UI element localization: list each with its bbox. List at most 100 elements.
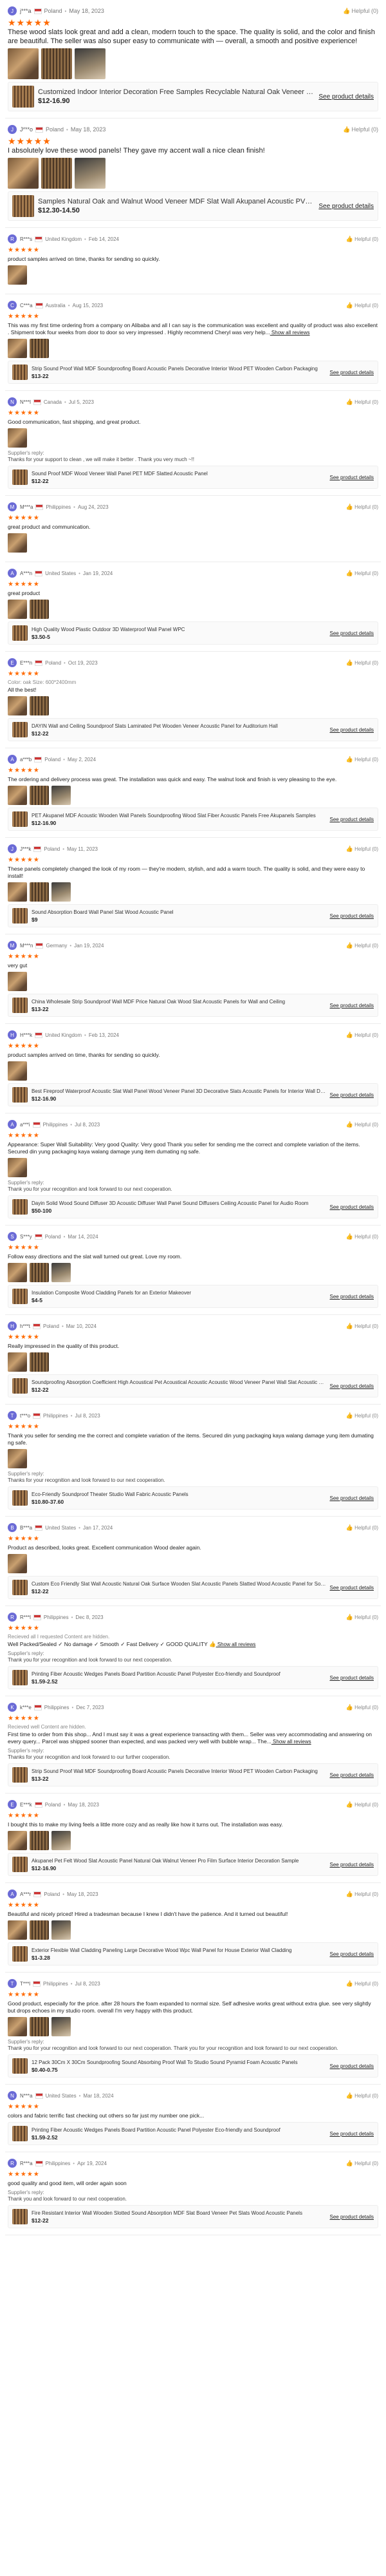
product-card[interactable]: PET Akupanel MDF Acoustic Wooden Wall Pa… <box>8 808 378 831</box>
see-product-details-link[interactable]: See product details <box>330 1204 374 1210</box>
review-photo[interactable] <box>8 1831 27 1850</box>
review-photo[interactable] <box>51 1831 71 1850</box>
see-product-details-link[interactable]: See product details <box>330 370 374 375</box>
product-thumbnail[interactable] <box>12 625 28 641</box>
see-product-details-link[interactable]: See product details <box>330 1585 374 1591</box>
show-all-reviews-link[interactable]: Show all reviews <box>270 330 310 336</box>
product-thumbnail[interactable] <box>12 1767 28 1783</box>
see-product-details-link[interactable]: See product details <box>318 203 374 210</box>
review-photo[interactable] <box>8 600 27 619</box>
product-title[interactable]: Strip Sound Proof Wall MDF Soundproofing… <box>32 1768 326 1774</box>
product-thumbnail[interactable] <box>12 1199 28 1215</box>
review-photo[interactable] <box>8 972 27 991</box>
product-title[interactable]: Sound Proof MDF Wood Veneer Wall Panel P… <box>32 471 326 477</box>
product-card[interactable]: China Wholesale Strip Soundproof Wall MD… <box>8 994 378 1017</box>
see-product-details-link[interactable]: See product details <box>330 1294 374 1300</box>
review-photo[interactable] <box>8 339 27 358</box>
product-title[interactable]: China Wholesale Strip Soundproof Wall MD… <box>32 999 326 1005</box>
review-photo[interactable] <box>30 339 49 358</box>
helpful-button[interactable]: 👍 Helpful (0) <box>346 2092 378 2099</box>
see-product-details-link[interactable]: See product details <box>330 1092 374 1098</box>
review-photo[interactable] <box>41 48 72 79</box>
helpful-button[interactable]: 👍 Helpful (0) <box>346 504 378 511</box>
product-thumbnail[interactable] <box>12 811 28 827</box>
product-title[interactable]: Akupanel Pet Felt Wood Slat Acoustic Pan… <box>32 1858 326 1864</box>
product-thumbnail[interactable] <box>12 908 28 923</box>
helpful-button[interactable]: 👍 Helpful (0) <box>346 1233 378 1240</box>
show-all-reviews-link[interactable]: Show all reviews <box>216 1642 256 1647</box>
review-photo[interactable] <box>30 1352 49 1372</box>
see-product-details-link[interactable]: See product details <box>330 1383 374 1389</box>
product-card[interactable]: Soundproofing Absorption Coefficient Hig… <box>8 1374 378 1397</box>
review-photo[interactable] <box>8 2017 27 2036</box>
review-photo[interactable] <box>8 533 27 553</box>
review-photo[interactable] <box>8 1554 27 1573</box>
product-title[interactable]: Soundproofing Absorption Coefficient Hig… <box>32 1379 326 1385</box>
review-photo[interactable] <box>30 2017 49 2036</box>
product-card[interactable]: Sound Absorption Board Wall Panel Slat W… <box>8 904 378 927</box>
see-product-details-link[interactable]: See product details <box>330 2214 374 2220</box>
product-thumbnail[interactable] <box>12 1378 28 1394</box>
product-thumbnail[interactable] <box>12 722 28 737</box>
product-thumbnail[interactable] <box>12 365 28 380</box>
see-product-details-link[interactable]: See product details <box>330 1772 374 1778</box>
review-photo[interactable] <box>30 1831 49 1850</box>
see-product-details-link[interactable]: See product details <box>330 817 374 822</box>
helpful-button[interactable]: 👍 Helpful (0) <box>346 1980 378 1987</box>
product-card[interactable]: Printing Fiber Acoustic Wedges Panels Bo… <box>8 2122 378 2145</box>
product-thumbnail[interactable] <box>12 1857 28 1872</box>
see-product-details-link[interactable]: See product details <box>330 1495 374 1501</box>
review-photo[interactable] <box>41 158 72 189</box>
product-thumbnail[interactable] <box>12 1580 28 1595</box>
review-photo[interactable] <box>51 1920 71 1940</box>
helpful-button[interactable]: 👍 Helpful (0) <box>346 1323 378 1330</box>
product-thumbnail[interactable] <box>12 998 28 1013</box>
review-photo[interactable] <box>30 1920 49 1940</box>
review-photo[interactable] <box>8 1263 27 1282</box>
product-thumbnail[interactable] <box>12 2058 28 2074</box>
product-title[interactable]: Printing Fiber Acoustic Wedges Panels Bo… <box>32 1671 326 1677</box>
product-card[interactable]: Samples Natural Oak and Walnut Wood Vene… <box>8 191 378 221</box>
product-title[interactable]: Insulation Composite Wood Cladding Panel… <box>32 1290 326 1296</box>
review-photo[interactable] <box>51 2017 71 2036</box>
review-photo[interactable] <box>8 158 39 189</box>
review-photo[interactable] <box>51 1263 71 1282</box>
see-product-details-link[interactable]: See product details <box>330 1862 374 1868</box>
product-card[interactable]: Printing Fiber Acoustic Wedges Panels Bo… <box>8 1666 378 1689</box>
review-photo[interactable] <box>8 265 27 285</box>
product-title[interactable]: High Quality Wood Plastic Outdoor 3D Wat… <box>32 627 326 632</box>
see-product-details-link[interactable]: See product details <box>318 93 374 100</box>
review-photo[interactable] <box>8 1352 27 1372</box>
product-title[interactable]: Fire Resistant Interior Wall Wooden Slot… <box>32 2210 326 2216</box>
review-photo[interactable] <box>30 1263 49 1282</box>
helpful-button[interactable]: 👍 Helpful (0) <box>346 302 378 309</box>
show-all-reviews-link[interactable]: Show all reviews <box>271 1739 311 1745</box>
product-title[interactable]: Exterior Flexible Wall Cladding Paneling… <box>32 1947 326 1953</box>
product-title[interactable]: 12 Pack 30Cm X 30Cm Soundproofing Sound … <box>32 2060 326 2065</box>
helpful-button[interactable]: 👍 Helpful (0) <box>346 659 378 667</box>
review-photo[interactable] <box>8 48 39 79</box>
review-photo[interactable] <box>8 1449 27 1468</box>
helpful-button[interactable]: 👍 Helpful (0) <box>346 1801 378 1808</box>
product-title[interactable]: Dayin Solid Wood Sound Diffuser 3D Acous… <box>32 1200 326 1206</box>
product-card[interactable]: Customized Indoor Interior Decoration Fr… <box>8 82 378 111</box>
product-card[interactable]: Insulation Composite Wood Cladding Panel… <box>8 1285 378 1308</box>
product-card[interactable]: High Quality Wood Plastic Outdoor 3D Wat… <box>8 621 378 645</box>
product-thumbnail[interactable] <box>12 469 28 485</box>
product-title[interactable]: Custom Eco Friendly Slat Wall Acoustic N… <box>32 1581 326 1587</box>
product-card[interactable]: Strip Sound Proof Wall MDF Soundproofing… <box>8 361 378 384</box>
product-title[interactable]: Samples Natural Oak and Walnut Wood Vene… <box>38 198 315 205</box>
review-photo[interactable] <box>8 1920 27 1940</box>
product-card[interactable]: Custom Eco Friendly Slat Wall Acoustic N… <box>8 1576 378 1599</box>
review-photo[interactable] <box>30 882 49 902</box>
see-product-details-link[interactable]: See product details <box>330 1003 374 1009</box>
helpful-button[interactable]: 👍 Helpful (0) <box>346 1032 378 1039</box>
helpful-button[interactable]: 👍 Helpful (0) <box>346 1412 378 1419</box>
helpful-button[interactable]: 👍 Helpful (0) <box>346 236 378 243</box>
review-photo[interactable] <box>75 158 106 189</box>
see-product-details-link[interactable]: See product details <box>330 913 374 919</box>
helpful-button[interactable]: 👍 Helpful (0) <box>346 1614 378 1621</box>
product-title[interactable]: Sound Absorption Board Wall Panel Slat W… <box>32 909 326 915</box>
product-title[interactable]: Printing Fiber Acoustic Wedges Panels Bo… <box>32 2127 326 2133</box>
helpful-button[interactable]: 👍 Helpful (0) <box>343 126 378 133</box>
